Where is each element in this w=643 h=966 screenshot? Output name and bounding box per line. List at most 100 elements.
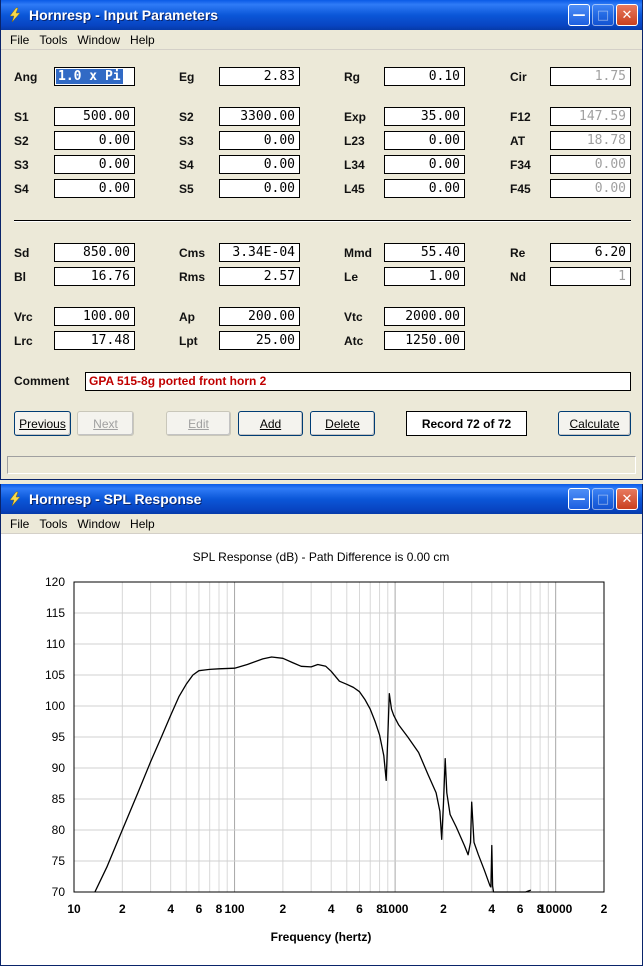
input-window-titlebar[interactable]: Hornresp - Input Parameters — □ ✕ xyxy=(1,0,642,30)
chart-title: SPL Response (dB) - Path Difference is 0… xyxy=(193,550,450,564)
label-comment: Comment xyxy=(14,374,70,388)
menu-help[interactable]: Help xyxy=(125,517,160,531)
x-tick-label: 6 xyxy=(356,902,363,916)
input-parameters-window: Hornresp - Input Parameters — □ ✕ File T… xyxy=(0,0,643,480)
menu-file[interactable]: File xyxy=(5,517,34,531)
field-ang[interactable]: 1.0 x Pi xyxy=(54,67,135,86)
spl-window-title: Hornresp - SPL Response xyxy=(29,491,202,507)
x-tick-label: 100 xyxy=(225,902,245,916)
field-s1[interactable]: 500.00 xyxy=(54,107,135,126)
label-ang: Ang xyxy=(14,70,38,84)
field-s3-right[interactable]: 0.00 xyxy=(219,131,300,150)
field-mmd[interactable]: 55.40 xyxy=(384,243,465,262)
label-sd: Sd xyxy=(14,246,30,260)
y-tick-label: 85 xyxy=(52,792,66,806)
menu-tools[interactable]: Tools xyxy=(34,33,72,47)
field-bl[interactable]: 16.76 xyxy=(54,267,135,286)
field-l23[interactable]: 0.00 xyxy=(384,131,465,150)
label-f34: F34 xyxy=(510,158,531,172)
previous-button[interactable]: Previous xyxy=(14,411,71,436)
spl-chart: SPL Response (dB) - Path Difference is 0… xyxy=(45,550,608,944)
label-s2: S2 xyxy=(14,134,29,148)
edit-button[interactable]: Edit xyxy=(166,411,231,436)
y-tick-label: 70 xyxy=(52,885,66,899)
minimize-icon: — xyxy=(572,7,586,23)
field-lpt[interactable]: 25.00 xyxy=(219,331,300,350)
x-tick-label: 4 xyxy=(328,902,335,916)
field-at: 18.78 xyxy=(550,131,631,150)
menu-file[interactable]: File xyxy=(5,33,34,47)
delete-button[interactable]: Delete xyxy=(310,411,375,436)
label-vtc: Vtc xyxy=(344,310,363,324)
x-tick-label: 2 xyxy=(601,902,608,916)
close-button[interactable]: ✕ xyxy=(616,488,638,510)
field-s2-right[interactable]: 3300.00 xyxy=(219,107,300,126)
x-tick-label: 4 xyxy=(488,902,495,916)
input-window-title: Hornresp - Input Parameters xyxy=(29,7,219,23)
field-atc[interactable]: 1250.00 xyxy=(384,331,465,350)
label-cms: Cms xyxy=(179,246,206,260)
field-s4[interactable]: 0.00 xyxy=(54,179,135,198)
menu-window[interactable]: Window xyxy=(72,33,125,47)
field-l45[interactable]: 0.00 xyxy=(384,179,465,198)
edit-button-label: Edit xyxy=(188,416,209,431)
field-l34[interactable]: 0.00 xyxy=(384,155,465,174)
field-sd[interactable]: 850.00 xyxy=(54,243,135,262)
label-atc: Atc xyxy=(344,334,364,348)
field-s4-right[interactable]: 0.00 xyxy=(219,155,300,174)
minimize-button[interactable]: — xyxy=(568,488,590,510)
menu-help[interactable]: Help xyxy=(125,33,160,47)
label-l34: L34 xyxy=(344,158,365,172)
field-vtc[interactable]: 2000.00 xyxy=(384,307,465,326)
field-le[interactable]: 1.00 xyxy=(384,267,465,286)
field-s3[interactable]: 0.00 xyxy=(54,155,135,174)
spl-response-window: Hornresp - SPL Response — □ ✕ File Tools… xyxy=(0,484,643,966)
label-lpt: Lpt xyxy=(179,334,198,348)
close-icon: ✕ xyxy=(621,491,633,507)
minimize-button[interactable]: — xyxy=(568,4,590,26)
label-lrc: Lrc xyxy=(14,334,33,348)
field-ap[interactable]: 200.00 xyxy=(219,307,300,326)
add-button[interactable]: Add xyxy=(238,411,303,436)
label-eg: Eg xyxy=(179,70,195,84)
field-re[interactable]: 6.20 xyxy=(550,243,631,262)
label-vrc: Vrc xyxy=(14,310,33,324)
label-s3-right: S3 xyxy=(179,134,194,148)
field-vrc[interactable]: 100.00 xyxy=(54,307,135,326)
field-exp[interactable]: 35.00 xyxy=(384,107,465,126)
lightning-icon xyxy=(9,491,21,507)
label-cir: Cir xyxy=(510,70,527,84)
maximize-icon: □ xyxy=(596,7,610,23)
menu-tools[interactable]: Tools xyxy=(34,517,72,531)
field-rms[interactable]: 2.57 xyxy=(219,267,300,286)
y-tick-label: 90 xyxy=(52,761,66,775)
y-tick-label: 120 xyxy=(45,575,65,589)
label-s5: S5 xyxy=(179,182,194,196)
field-cms[interactable]: 3.34E-04 xyxy=(219,243,300,262)
field-eg[interactable]: 2.83 xyxy=(219,67,300,86)
status-bar xyxy=(7,456,636,474)
calculate-button[interactable]: Calculate xyxy=(558,411,631,436)
comment-field[interactable]: GPA 515-8g ported front horn 2 xyxy=(85,372,631,391)
maximize-button[interactable]: □ xyxy=(592,4,614,26)
field-rg[interactable]: 0.10 xyxy=(384,67,465,86)
label-l23: L23 xyxy=(344,134,365,148)
minimize-icon: — xyxy=(572,491,586,507)
x-tick-label: 2 xyxy=(280,902,287,916)
menu-window[interactable]: Window xyxy=(72,517,125,531)
y-tick-label: 95 xyxy=(52,730,66,744)
label-ap: Ap xyxy=(179,310,195,324)
previous-button-label: Previous xyxy=(19,416,66,431)
maximize-button[interactable]: □ xyxy=(592,488,614,510)
field-lrc[interactable]: 17.48 xyxy=(54,331,135,350)
field-s2[interactable]: 0.00 xyxy=(54,131,135,150)
label-re: Re xyxy=(510,246,526,260)
spl-window-titlebar[interactable]: Hornresp - SPL Response — □ ✕ xyxy=(1,484,642,514)
lightning-icon xyxy=(9,7,21,23)
next-button[interactable]: Next xyxy=(77,411,134,436)
calculate-button-label: Calculate xyxy=(569,416,620,431)
field-s5[interactable]: 0.00 xyxy=(219,179,300,198)
x-tick-label: 2 xyxy=(119,902,126,916)
label-f12: F12 xyxy=(510,110,531,124)
close-button[interactable]: ✕ xyxy=(616,4,638,26)
